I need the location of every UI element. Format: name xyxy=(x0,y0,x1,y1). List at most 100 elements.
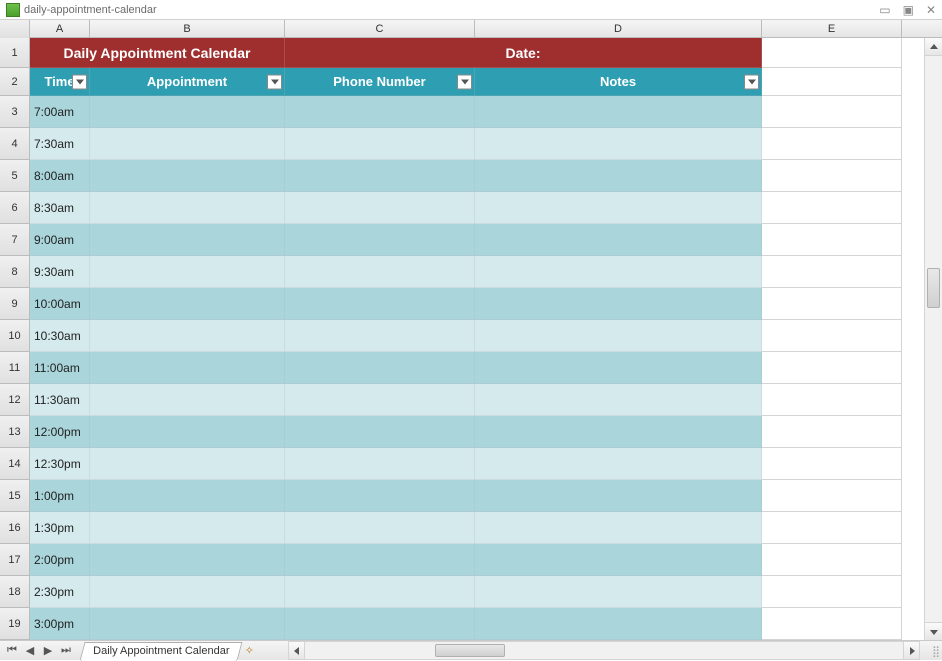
row-header[interactable]: 5 xyxy=(0,160,30,192)
title-cell-left[interactable]: Daily Appointment Calendar xyxy=(30,38,285,68)
header-appointment[interactable]: Appointment xyxy=(90,68,285,96)
filter-button-time[interactable] xyxy=(72,74,87,89)
cell-notes[interactable] xyxy=(475,320,762,352)
empty-cell[interactable] xyxy=(762,96,902,128)
row-header[interactable]: 12 xyxy=(0,384,30,416)
cell-time[interactable]: 1:30pm xyxy=(30,512,90,544)
empty-cell[interactable] xyxy=(762,320,902,352)
row-header[interactable]: 1 xyxy=(0,38,30,68)
row-header[interactable]: 10 xyxy=(0,320,30,352)
window-close-button[interactable]: ✕ xyxy=(926,4,936,16)
cell-phone[interactable] xyxy=(285,320,475,352)
filter-button-notes[interactable] xyxy=(744,74,759,89)
row-header[interactable]: 19 xyxy=(0,608,30,640)
row-header[interactable]: 9 xyxy=(0,288,30,320)
cell-time[interactable]: 10:00am xyxy=(30,288,90,320)
column-header-D[interactable]: D xyxy=(475,20,762,37)
cell-time[interactable]: 9:30am xyxy=(30,256,90,288)
cell-notes[interactable] xyxy=(475,192,762,224)
column-header-B[interactable]: B xyxy=(90,20,285,37)
cell-time[interactable]: 7:00am xyxy=(30,96,90,128)
cell-notes[interactable] xyxy=(475,480,762,512)
title-cell-right[interactable]: Date: xyxy=(285,38,762,68)
cell-notes[interactable] xyxy=(475,416,762,448)
empty-cell[interactable] xyxy=(762,224,902,256)
vertical-scrollbar[interactable] xyxy=(924,38,942,640)
cell-phone[interactable] xyxy=(285,480,475,512)
empty-cell[interactable] xyxy=(762,448,902,480)
cell-phone[interactable] xyxy=(285,128,475,160)
sheet-nav-next[interactable]: ▶ xyxy=(40,643,56,659)
cell-notes[interactable] xyxy=(475,576,762,608)
empty-cell[interactable] xyxy=(762,544,902,576)
row-header[interactable]: 17 xyxy=(0,544,30,576)
insert-sheet-button[interactable]: ✧ xyxy=(240,641,258,660)
cell-phone[interactable] xyxy=(285,448,475,480)
cell-appointment[interactable] xyxy=(90,512,285,544)
cell-appointment[interactable] xyxy=(90,192,285,224)
column-header-A[interactable]: A xyxy=(30,20,90,37)
row-header[interactable]: 14 xyxy=(0,448,30,480)
cell-appointment[interactable] xyxy=(90,256,285,288)
cell-appointment[interactable] xyxy=(90,384,285,416)
cell-appointment[interactable] xyxy=(90,352,285,384)
cell-notes[interactable] xyxy=(475,96,762,128)
cell-phone[interactable] xyxy=(285,352,475,384)
cell-phone[interactable] xyxy=(285,384,475,416)
row-header[interactable]: 18 xyxy=(0,576,30,608)
empty-cell[interactable] xyxy=(762,38,902,68)
header-phone[interactable]: Phone Number xyxy=(285,68,475,96)
row-header[interactable]: 3 xyxy=(0,96,30,128)
row-header[interactable]: 13 xyxy=(0,416,30,448)
empty-cell[interactable] xyxy=(762,68,902,96)
cell-time[interactable]: 12:00pm xyxy=(30,416,90,448)
cell-time[interactable]: 2:00pm xyxy=(30,544,90,576)
cell-phone[interactable] xyxy=(285,160,475,192)
cell-phone[interactable] xyxy=(285,608,475,640)
empty-cell[interactable] xyxy=(762,384,902,416)
scroll-right-button[interactable] xyxy=(903,642,919,659)
horizontal-scrollbar[interactable] xyxy=(288,641,920,660)
cell-time[interactable]: 12:30pm xyxy=(30,448,90,480)
cell-appointment[interactable] xyxy=(90,96,285,128)
horizontal-scroll-thumb[interactable] xyxy=(435,644,505,657)
cell-phone[interactable] xyxy=(285,256,475,288)
cell-time[interactable]: 9:00am xyxy=(30,224,90,256)
cell-notes[interactable] xyxy=(475,544,762,576)
cell-notes[interactable] xyxy=(475,352,762,384)
cell-appointment[interactable] xyxy=(90,160,285,192)
resize-grip-icon[interactable]: ⣿ xyxy=(924,641,942,660)
row-header[interactable]: 2 xyxy=(0,68,30,96)
row-header[interactable]: 7 xyxy=(0,224,30,256)
sheet-nav-first[interactable]: ⏮ xyxy=(4,643,20,659)
header-time[interactable]: Time xyxy=(30,68,90,96)
empty-cell[interactable] xyxy=(762,160,902,192)
cell-notes[interactable] xyxy=(475,448,762,480)
cell-appointment[interactable] xyxy=(90,320,285,352)
empty-cell[interactable] xyxy=(762,608,902,640)
row-header[interactable]: 16 xyxy=(0,512,30,544)
empty-cell[interactable] xyxy=(762,416,902,448)
row-header[interactable]: 6 xyxy=(0,192,30,224)
scroll-up-button[interactable] xyxy=(925,38,942,56)
cell-notes[interactable] xyxy=(475,160,762,192)
grid-body[interactable]: 1 Daily Appointment Calendar Date: 2 Tim… xyxy=(0,38,924,640)
empty-cell[interactable] xyxy=(762,512,902,544)
empty-cell[interactable] xyxy=(762,288,902,320)
cell-appointment[interactable] xyxy=(90,576,285,608)
cell-phone[interactable] xyxy=(285,192,475,224)
cell-time[interactable]: 2:30pm xyxy=(30,576,90,608)
cell-time[interactable]: 10:30am xyxy=(30,320,90,352)
sheet-nav-last[interactable]: ⏭ xyxy=(58,643,74,659)
cell-appointment[interactable] xyxy=(90,288,285,320)
empty-cell[interactable] xyxy=(762,192,902,224)
cell-appointment[interactable] xyxy=(90,224,285,256)
cell-appointment[interactable] xyxy=(90,608,285,640)
sheet-nav-prev[interactable]: ◀ xyxy=(22,643,38,659)
cell-appointment[interactable] xyxy=(90,128,285,160)
cell-time[interactable]: 1:00pm xyxy=(30,480,90,512)
cell-appointment[interactable] xyxy=(90,480,285,512)
column-header-E[interactable]: E xyxy=(762,20,902,37)
cell-notes[interactable] xyxy=(475,128,762,160)
select-all-corner[interactable] xyxy=(0,20,30,38)
